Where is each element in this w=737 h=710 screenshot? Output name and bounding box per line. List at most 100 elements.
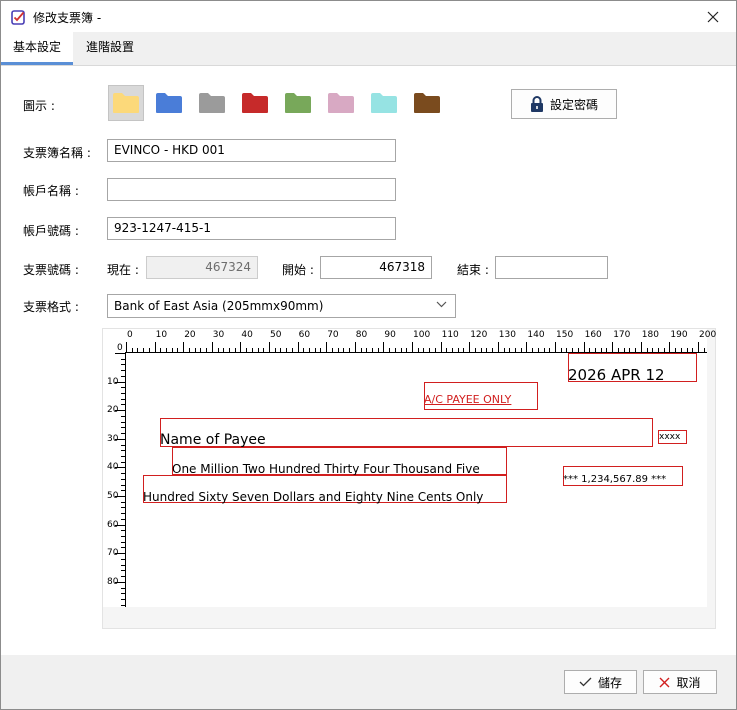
- ruler-label: 90: [384, 330, 396, 340]
- ruler-tick: [121, 593, 125, 595]
- save-button[interactable]: 儲存: [564, 670, 637, 694]
- ruler-label: 120: [470, 330, 488, 340]
- ruler-tick: [240, 342, 242, 352]
- end-number-input[interactable]: [495, 256, 608, 279]
- folder-green-icon[interactable]: [280, 85, 316, 121]
- chequebook-name-label: 支票簿名稱 :: [23, 146, 91, 160]
- ruler-tick: [269, 342, 270, 352]
- amount-figures-text: *** 1,234,567.89 ***: [563, 474, 667, 485]
- ruler-tick: [326, 342, 328, 352]
- ruler-tick: [121, 364, 125, 366]
- checkmark-icon: [579, 677, 592, 687]
- account-number-input[interactable]: 923-1247-415-1: [107, 217, 396, 240]
- folder-red-icon[interactable]: [237, 85, 273, 121]
- ruler-tick: [121, 370, 125, 372]
- app-checklist-icon: [11, 10, 25, 25]
- amount-words-line1: One Million Two Hundred Thirty Four Thou…: [172, 462, 480, 476]
- bearer-text: xxxx: [659, 432, 681, 442]
- set-password-button[interactable]: 設定密碼: [511, 89, 617, 119]
- date-text: 2026 APR 12: [568, 366, 665, 384]
- ruler-label: 130: [498, 330, 516, 340]
- ruler-tick: [121, 444, 125, 446]
- ruler-tick: [121, 530, 125, 532]
- folder-brown-icon[interactable]: [409, 85, 445, 121]
- ruler-tick: [121, 404, 125, 406]
- ruler-label: 160: [584, 330, 602, 340]
- account-name-input[interactable]: [107, 178, 396, 201]
- ruler-label: 0: [117, 343, 123, 353]
- lock-icon: [531, 95, 543, 112]
- ruler-label: 200: [699, 330, 717, 340]
- close-button[interactable]: [690, 1, 736, 32]
- ruler-tick: [121, 398, 125, 400]
- ruler-tick: [121, 421, 125, 423]
- cheque-preview: 0 10 20 30 40 50 60 70 80 90 100 110 120 130 140 150 160…: [102, 328, 716, 629]
- ruler-tick: [121, 604, 125, 606]
- folder-blue-icon[interactable]: [151, 85, 187, 121]
- ruler-label: 50: [107, 491, 119, 501]
- cheque-format-label: 支票格式 :: [23, 300, 79, 314]
- ruler-tick: [383, 342, 385, 352]
- ruler-tick: [698, 342, 699, 352]
- ruler-tick: [669, 342, 671, 352]
- ruler-tick: [497, 342, 499, 352]
- ruler-tick: [121, 513, 125, 515]
- ruler-tick: [121, 450, 125, 452]
- ruler-tick: [121, 564, 125, 566]
- tab-advanced-settings[interactable]: 進階設置: [74, 32, 146, 65]
- ruler-label: 20: [184, 330, 196, 340]
- amount-words-line2: Hundred Sixty Seven Dollars and Eighty N…: [143, 490, 484, 504]
- folder-pink-icon[interactable]: [323, 85, 359, 121]
- ruler-tick: [354, 342, 356, 352]
- ruler-tick: [211, 342, 213, 352]
- icon-label: 圖示 :: [23, 99, 55, 113]
- ruler-tick: [121, 536, 125, 538]
- ruler-tick: [121, 490, 125, 492]
- ruler-tick: [121, 576, 125, 578]
- folder-yellow-icon[interactable]: [108, 85, 144, 121]
- folder-gray-icon[interactable]: [194, 85, 230, 121]
- ruler-tick: [121, 393, 125, 395]
- ruler-label: 170: [613, 330, 631, 340]
- ruler-label: 60: [298, 330, 311, 340]
- ruler-tick: [121, 518, 125, 520]
- cancel-x-icon: [659, 677, 670, 687]
- ruler-tick: [121, 461, 125, 463]
- ruler-label: 150: [556, 330, 574, 340]
- ruler-label: 20: [107, 405, 119, 416]
- title-bar: 修改支票簿 -: [1, 1, 736, 32]
- ruler-tick: [121, 375, 125, 377]
- payee-text: Name of Payee: [160, 432, 266, 448]
- ruler-tick: [121, 478, 125, 480]
- ruler-tick: [121, 387, 125, 389]
- current-number-field: 467324: [146, 256, 258, 279]
- ruler-label: 0: [127, 330, 133, 340]
- ruler-tick: [121, 598, 125, 600]
- folder-cyan-icon[interactable]: [366, 85, 402, 121]
- ruler-label: 110: [441, 330, 459, 340]
- horizontal-ruler: 0 10 20 30 40 50 60 70 80 90 100 110 120 130 140 150 160…: [103, 329, 716, 353]
- ruler-label: 40: [241, 330, 253, 340]
- ruler-tick: [555, 342, 556, 352]
- ruler-tick: [526, 342, 528, 352]
- ruler-label: 30: [107, 433, 119, 444]
- chequebook-name-input[interactable]: EVINCO - HKD 001: [107, 139, 396, 162]
- ruler-label: 190: [670, 330, 688, 340]
- ruler-tick: [121, 358, 125, 360]
- start-label: 開始 :: [282, 263, 314, 277]
- ruler-tick: [121, 415, 125, 417]
- ruler-tick: [412, 342, 413, 352]
- ruler-tick: [183, 342, 185, 352]
- tab-basic-settings[interactable]: 基本設定: [1, 32, 73, 65]
- ruler-tick: [121, 507, 125, 509]
- chevron-down-icon: [436, 301, 447, 308]
- ruler-tick: [121, 541, 125, 543]
- ruler-label: 60: [107, 519, 119, 530]
- cancel-button[interactable]: 取消: [643, 670, 717, 694]
- cheque-format-select[interactable]: Bank of East Asia (205mmx90mm): [107, 294, 456, 318]
- ruler-label: 50: [270, 330, 282, 340]
- start-number-input[interactable]: 467318: [320, 256, 432, 279]
- ruler-label: 80: [107, 576, 119, 587]
- cheque-format-value: Bank of East Asia (205mmx90mm): [114, 299, 324, 313]
- ruler-tick: [121, 433, 125, 435]
